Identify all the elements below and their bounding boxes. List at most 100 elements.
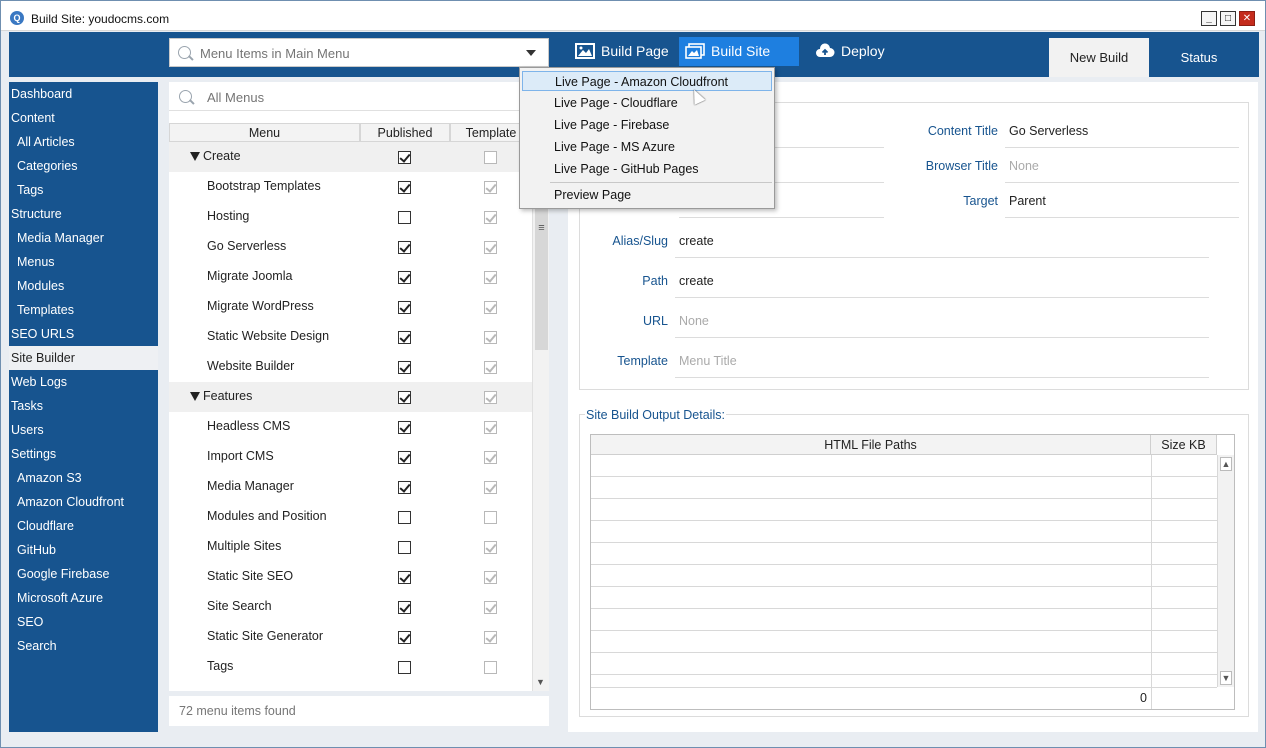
menu-combo-input[interactable] — [200, 43, 500, 63]
menu-item-live-page-github-pages[interactable]: Live Page - GitHub Pages — [522, 159, 772, 179]
menu-row[interactable]: Modules and Position — [169, 502, 532, 532]
menu-row-label: Site Search — [207, 599, 272, 613]
menu-row[interactable]: Bootstrap Templates — [169, 172, 532, 202]
sidebar-item-media-manager[interactable]: Media Manager — [9, 226, 158, 250]
menu-row[interactable]: Multiple Sites — [169, 532, 532, 562]
menu-row[interactable]: Website Builder — [169, 352, 532, 382]
scroll-down-icon[interactable]: ▼ — [1220, 671, 1232, 685]
url-value[interactable]: None — [679, 314, 709, 328]
published-checkbox[interactable] — [398, 631, 411, 644]
column-header-published[interactable]: Published — [360, 123, 450, 142]
menu-item-live-page-cloudflare[interactable]: Live Page - Cloudflare — [522, 93, 772, 113]
sidebar-item-menus[interactable]: Menus — [9, 250, 158, 274]
sidebar-item-amazon-s3[interactable]: Amazon S3 — [9, 466, 158, 490]
minimize-button[interactable]: _ — [1201, 11, 1217, 26]
menu-row[interactable]: Headless CMS — [169, 412, 532, 442]
published-checkbox[interactable] — [398, 421, 411, 434]
sidebar-item-amazon-cloudfront[interactable]: Amazon Cloudfront — [9, 490, 158, 514]
menu-row[interactable]: Go Serverless — [169, 232, 532, 262]
menu-row[interactable]: Import CMS — [169, 442, 532, 472]
deploy-button[interactable]: Deploy — [809, 37, 909, 66]
menu-row-label: Tags — [207, 659, 234, 673]
sidebar-item-google-firebase[interactable]: Google Firebase — [9, 562, 158, 586]
menu-row[interactable]: Tags — [169, 652, 532, 682]
published-checkbox[interactable] — [398, 451, 411, 464]
menu-row[interactable]: Site Search — [169, 592, 532, 622]
menu-scrollbar[interactable]: ≡ ▼ — [532, 142, 549, 691]
menu-row[interactable]: Static Website Design — [169, 322, 532, 352]
menu-item-live-page-amazon-cloudfront[interactable]: Live Page - Amazon Cloudfront — [522, 71, 772, 91]
path-value[interactable]: create — [679, 274, 714, 288]
sidebar-item-github[interactable]: GitHub — [9, 538, 158, 562]
menu-row[interactable]: Static Site Generator — [169, 622, 532, 652]
scroll-down-icon[interactable]: ▼ — [536, 677, 545, 687]
published-checkbox[interactable] — [398, 571, 411, 584]
published-checkbox[interactable] — [398, 361, 411, 374]
menu-item-live-page-ms-azure[interactable]: Live Page - MS Azure — [522, 137, 772, 157]
grid-scrollbar[interactable]: ▲ ▼ — [1217, 455, 1234, 687]
published-checkbox[interactable] — [398, 301, 411, 314]
sidebar-item-structure[interactable]: Structure — [9, 202, 158, 226]
published-checkbox[interactable] — [398, 271, 411, 284]
sidebar-item-cloudflare[interactable]: Cloudflare — [9, 514, 158, 538]
sidebar-item-seo[interactable]: SEO — [9, 610, 158, 634]
all-menus-search[interactable] — [169, 82, 549, 111]
build-page-button[interactable]: Build Page — [569, 37, 679, 66]
published-checkbox[interactable] — [398, 511, 411, 524]
sidebar-item-users[interactable]: Users — [9, 418, 158, 442]
sidebar-item-all-articles[interactable]: All Articles — [9, 130, 158, 154]
sidebar-item-settings[interactable]: Settings — [9, 442, 158, 466]
published-checkbox[interactable] — [398, 181, 411, 194]
sidebar-item-modules[interactable]: Modules — [9, 274, 158, 298]
sidebar-item-web-logs[interactable]: Web Logs — [9, 370, 158, 394]
all-menus-input[interactable] — [207, 87, 507, 107]
sidebar-item-site-builder[interactable]: Site Builder — [9, 346, 158, 370]
menu-item-preview-page[interactable]: Preview Page — [522, 185, 772, 205]
sidebar-item-seo-urls[interactable]: SEO URLS — [9, 322, 158, 346]
menu-row[interactable]: Static Site SEO — [169, 562, 532, 592]
build-site-button[interactable]: Build Site — [679, 37, 799, 66]
alias-slug-value[interactable]: create — [679, 234, 714, 248]
sidebar-item-search[interactable]: Search — [9, 634, 158, 658]
published-checkbox[interactable] — [398, 391, 411, 404]
published-checkbox[interactable] — [398, 151, 411, 164]
expand-triangle-icon[interactable] — [190, 152, 200, 161]
published-checkbox[interactable] — [398, 241, 411, 254]
menu-row[interactable]: Media Manager — [169, 472, 532, 502]
column-header-size-kb[interactable]: Size KB — [1151, 435, 1217, 455]
target-value[interactable]: Parent — [1009, 194, 1046, 208]
sidebar-item-tags[interactable]: Tags — [9, 178, 158, 202]
published-checkbox[interactable] — [398, 211, 411, 224]
menu-combo[interactable] — [169, 38, 549, 67]
sidebar-item-content[interactable]: Content — [9, 106, 158, 130]
maximize-button[interactable]: □ — [1220, 11, 1236, 26]
menu-item-live-page-firebase[interactable]: Live Page - Firebase — [522, 115, 772, 135]
column-header-menu[interactable]: Menu — [169, 123, 360, 142]
column-header-html-file-paths[interactable]: HTML File Paths — [591, 435, 1151, 455]
sidebar-item-tasks[interactable]: Tasks — [9, 394, 158, 418]
template-value[interactable]: Menu Title — [679, 354, 737, 368]
published-checkbox[interactable] — [398, 601, 411, 614]
chevron-down-icon[interactable] — [526, 50, 536, 56]
tab-status[interactable]: Status — [1149, 38, 1249, 77]
content-title-value[interactable]: Go Serverless — [1009, 124, 1088, 138]
published-checkbox[interactable] — [398, 481, 411, 494]
close-button[interactable]: ✕ — [1239, 11, 1255, 26]
browser-title-value[interactable]: None — [1009, 159, 1039, 173]
menu-group-row[interactable]: Features — [169, 382, 532, 412]
sidebar-item-microsoft-azure[interactable]: Microsoft Azure — [9, 586, 158, 610]
menu-row[interactable]: Hosting — [169, 202, 532, 232]
sidebar-item-templates[interactable]: Templates — [9, 298, 158, 322]
grip-icon: ≡ — [538, 222, 545, 234]
tab-new-build[interactable]: New Build — [1049, 38, 1149, 77]
sidebar-item-dashboard[interactable]: Dashboard — [9, 82, 158, 106]
menu-group-row[interactable]: Create — [169, 142, 532, 172]
menu-row[interactable]: Migrate WordPress — [169, 292, 532, 322]
published-checkbox[interactable] — [398, 331, 411, 344]
scroll-up-icon[interactable]: ▲ — [1220, 457, 1232, 471]
published-checkbox[interactable] — [398, 661, 411, 674]
menu-row[interactable]: Migrate Joomla — [169, 262, 532, 292]
expand-triangle-icon[interactable] — [190, 392, 200, 401]
published-checkbox[interactable] — [398, 541, 411, 554]
sidebar-item-categories[interactable]: Categories — [9, 154, 158, 178]
